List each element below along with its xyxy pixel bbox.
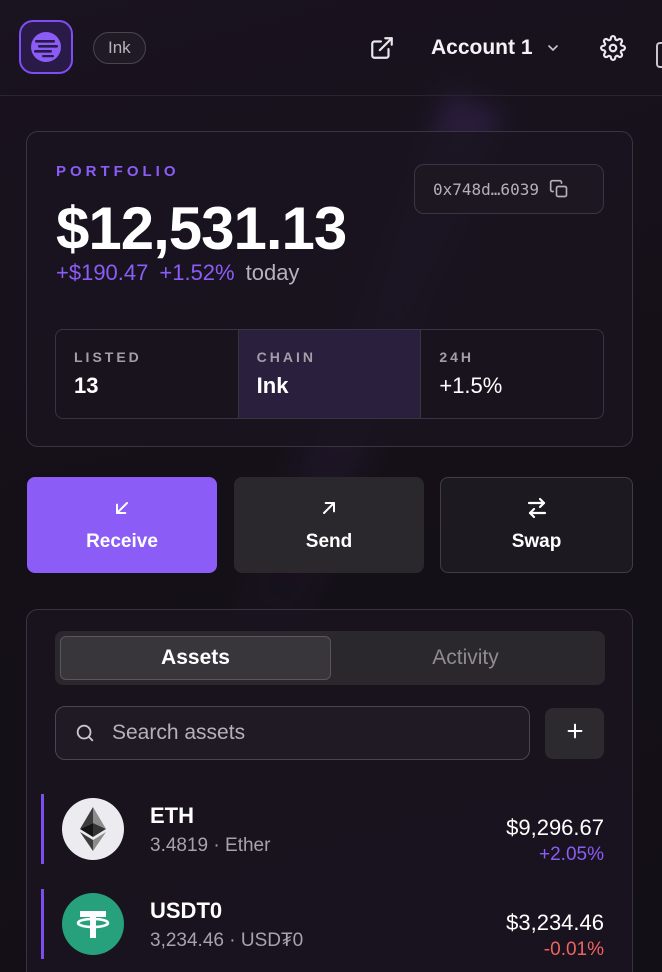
search-input[interactable] [110, 720, 494, 746]
row-accent [41, 889, 44, 959]
change-amount: +$190.47 [56, 260, 149, 285]
external-link-icon[interactable] [366, 32, 398, 64]
stat-value: 13 [74, 373, 99, 398]
portfolio-change: +$190.47 +1.52% today [56, 260, 299, 286]
swap-label: Swap [511, 531, 562, 552]
asset-name: Ether [225, 835, 271, 856]
tab-activity[interactable]: Activity [331, 636, 600, 680]
asset-row-usdt0[interactable]: USDT0 3,234.46 · USD₮0 $3,234.46 -0.01% [41, 889, 621, 971]
stat-label: CHAIN [256, 349, 317, 365]
chevron-down-icon [545, 40, 561, 56]
asset-name: USD₮0 [240, 930, 304, 951]
account-selector[interactable]: Account 1 [431, 30, 561, 66]
asset-amount: 3.4819 [150, 835, 209, 856]
copy-address-button[interactable]: 0x748d…6039 [414, 164, 604, 214]
assets-panel: Assets Activity Search assets ETH 3.4819… [26, 609, 633, 972]
ethereum-icon [62, 798, 124, 860]
asset-subtitle: 3.4819 · Ether [150, 835, 270, 857]
account-label: Account 1 [431, 36, 533, 59]
plus-icon [564, 720, 586, 747]
change-period: today [245, 260, 300, 285]
stat-chain: CHAIN Ink [238, 330, 422, 418]
arrow-up-right-icon [319, 497, 339, 519]
send-label: Send [305, 531, 353, 552]
sidebar-edge-handle[interactable] [656, 42, 662, 68]
separator-dot: · [213, 835, 220, 856]
row-accent [41, 794, 44, 864]
wallet-app: Ink Account 1 PORTFOLIO $12,531.13 +$190… [0, 0, 662, 972]
search-icon [74, 722, 96, 744]
swap-button[interactable]: Swap [440, 477, 633, 573]
tab-assets[interactable]: Assets [60, 636, 331, 680]
stat-24h: 24H +1.5% [421, 330, 603, 418]
arrow-down-left-icon [112, 497, 132, 519]
chain-chip[interactable]: Ink [93, 32, 146, 64]
search-box[interactable] [55, 706, 530, 760]
asset-symbol: USDT0 [150, 898, 223, 923]
asset-tabs: Assets Activity [55, 631, 605, 685]
ink-logo-icon[interactable] [19, 20, 73, 74]
separator-dot: · [229, 930, 236, 951]
receive-label: Receive [86, 531, 158, 552]
tether-icon [62, 893, 124, 955]
stat-label: 24H [439, 349, 475, 365]
asset-symbol: ETH [150, 803, 194, 828]
asset-change: -0.01% [543, 939, 604, 960]
wallet-address: 0x748d…6039 [433, 179, 539, 199]
portfolio-card: PORTFOLIO $12,531.13 +$190.47 +1.52% tod… [26, 131, 633, 447]
asset-subtitle: 3,234.46 · USD₮0 [150, 930, 303, 952]
asset-value: $3,234.46 [506, 910, 604, 935]
stat-value: Ink [256, 373, 289, 398]
portfolio-label: PORTFOLIO [56, 163, 180, 180]
stat-label: LISTED [74, 349, 142, 365]
receive-button[interactable]: Receive [27, 477, 217, 573]
asset-change: +2.05% [539, 844, 604, 865]
asset-value: $9,296.67 [506, 815, 604, 840]
change-percent: +1.52% [159, 260, 235, 285]
header: Ink Account 1 [0, 0, 662, 96]
gear-icon[interactable] [597, 32, 629, 64]
asset-row-eth[interactable]: ETH 3.4819 · Ether $9,296.67 +2.05% [41, 794, 621, 876]
portfolio-stats: LISTED 13 CHAIN Ink 24H +1.5% [55, 329, 604, 419]
add-asset-button[interactable] [545, 708, 604, 759]
stat-listed: LISTED 13 [56, 330, 239, 418]
send-button[interactable]: Send [234, 477, 424, 573]
copy-icon [549, 179, 569, 199]
portfolio-total: $12,531.13 [56, 195, 347, 262]
swap-arrows-icon [525, 497, 549, 519]
asset-amount: 3,234.46 [150, 930, 224, 951]
stat-value: +1.5% [439, 373, 503, 398]
